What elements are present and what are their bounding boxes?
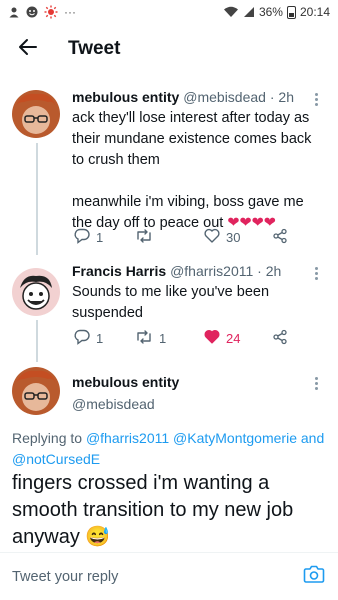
like-count: 30 [226, 229, 241, 245]
more-notifications: ··· [64, 5, 76, 19]
reply-button[interactable]: 1 [74, 228, 103, 247]
heart-icon [204, 228, 220, 246]
tweet-header: mebulous entity @mebisdead · 2h [72, 89, 294, 105]
others-link[interactable]: and [301, 430, 324, 446]
wifi-icon [223, 6, 239, 18]
avatar[interactable] [12, 367, 60, 415]
like-button[interactable]: 24 [204, 329, 240, 347]
mention-link[interactable]: @fharris2011 [86, 430, 169, 446]
emoji-notification-icon [26, 6, 38, 18]
display-name[interactable]: Francis Harris [72, 263, 166, 279]
status-right: 36% 20:14 [223, 5, 330, 19]
retweet-button[interactable]: 1 [135, 329, 166, 348]
timestamp[interactable]: 2h [266, 263, 282, 279]
tweet-paragraph: ack they'll lose interest after today as… [72, 110, 312, 168]
mention-link[interactable]: @notCursedE [12, 451, 100, 467]
avatar[interactable] [12, 268, 60, 316]
thread-line [36, 143, 38, 255]
retweet-icon [135, 329, 153, 348]
username[interactable]: @fharris2011 [170, 263, 253, 279]
camera-icon [303, 564, 325, 589]
avatar[interactable] [12, 90, 60, 138]
like-button[interactable]: 30 [204, 228, 240, 246]
more-options-button[interactable] [308, 264, 324, 282]
dot [314, 102, 318, 106]
tweet-text: fingers crossed i'm wanting a smooth tra… [12, 472, 294, 548]
separator-dot: · [269, 89, 275, 105]
arrow-left-icon [18, 37, 38, 62]
reply-bar [0, 552, 338, 600]
tweet-header: Francis Harris @fharris2011 · 2h [72, 263, 281, 279]
share-button[interactable] [272, 329, 288, 348]
dot [314, 266, 318, 270]
retweet-icon [135, 228, 153, 247]
username[interactable]: @mebisdead [72, 396, 155, 412]
profile-notification-icon [8, 6, 20, 18]
reply-icon [74, 329, 90, 348]
reply-count: 1 [96, 229, 104, 245]
like-count: 24 [226, 330, 241, 346]
reply-icon [74, 228, 90, 247]
status-left: ··· [8, 5, 76, 19]
signal-icon [243, 6, 255, 18]
reply-input[interactable] [12, 561, 302, 592]
retweet-count: 1 [159, 330, 167, 346]
display-name[interactable]: mebulous entity [72, 89, 179, 105]
separator-dot: · [257, 263, 262, 279]
timestamp[interactable]: 2h [278, 89, 294, 105]
replying-to-label: Replying to [12, 430, 83, 446]
more-options-button[interactable] [308, 90, 324, 108]
main-tweet: mebulous entity @mebisdead Replying to @… [0, 362, 338, 552]
top-app-bar: Tweet [0, 28, 338, 70]
tweet-actions: 1 1 24 [72, 328, 312, 348]
tweet-actions: 1 30 [72, 227, 312, 247]
share-icon [272, 329, 288, 348]
dot [314, 381, 318, 385]
clock: 20:14 [299, 5, 330, 19]
dot [314, 386, 318, 390]
mention-link[interactable]: @KatyMontgomerie [173, 430, 297, 446]
dot [314, 92, 318, 96]
username[interactable]: @mebisdead [183, 89, 266, 105]
tweet-2[interactable]: Francis Harris @fharris2011 · 2h Sounds … [0, 258, 338, 362]
battery-percentage: 36% [258, 5, 283, 19]
main-tweet-text: fingers crossed i'm wanting a smooth tra… [12, 470, 330, 551]
reply-button[interactable]: 1 [74, 329, 103, 348]
dot [314, 376, 318, 380]
back-button[interactable] [4, 28, 52, 70]
reply-count: 1 [96, 330, 104, 346]
tweet-1[interactable]: mebulous entity @mebisdead · 2h ack they… [0, 85, 338, 255]
dot [314, 97, 318, 101]
thread-line [36, 320, 38, 362]
sun-notification-icon [44, 5, 58, 19]
battery-icon [286, 5, 296, 19]
grinning-sweat-emoji: 😅 [85, 526, 111, 548]
share-icon [272, 228, 288, 247]
heart-filled-icon [204, 329, 220, 347]
share-button[interactable] [272, 228, 288, 247]
add-media-button[interactable] [302, 565, 326, 589]
dot [314, 271, 318, 275]
dot [314, 276, 318, 280]
tweet-text: ack they'll lose interest after today as… [72, 108, 324, 234]
display-name[interactable]: mebulous entity [72, 374, 179, 390]
page-title: Tweet [68, 38, 121, 59]
tweet-text: Sounds to me like you've been suspended [72, 284, 270, 321]
replying-to: Replying to @fharris2011 @KatyMontgomeri… [12, 428, 328, 470]
status-bar: ··· 36% 20:14 [0, 0, 338, 24]
more-options-button[interactable] [308, 374, 324, 392]
retweet-button[interactable] [135, 228, 159, 247]
